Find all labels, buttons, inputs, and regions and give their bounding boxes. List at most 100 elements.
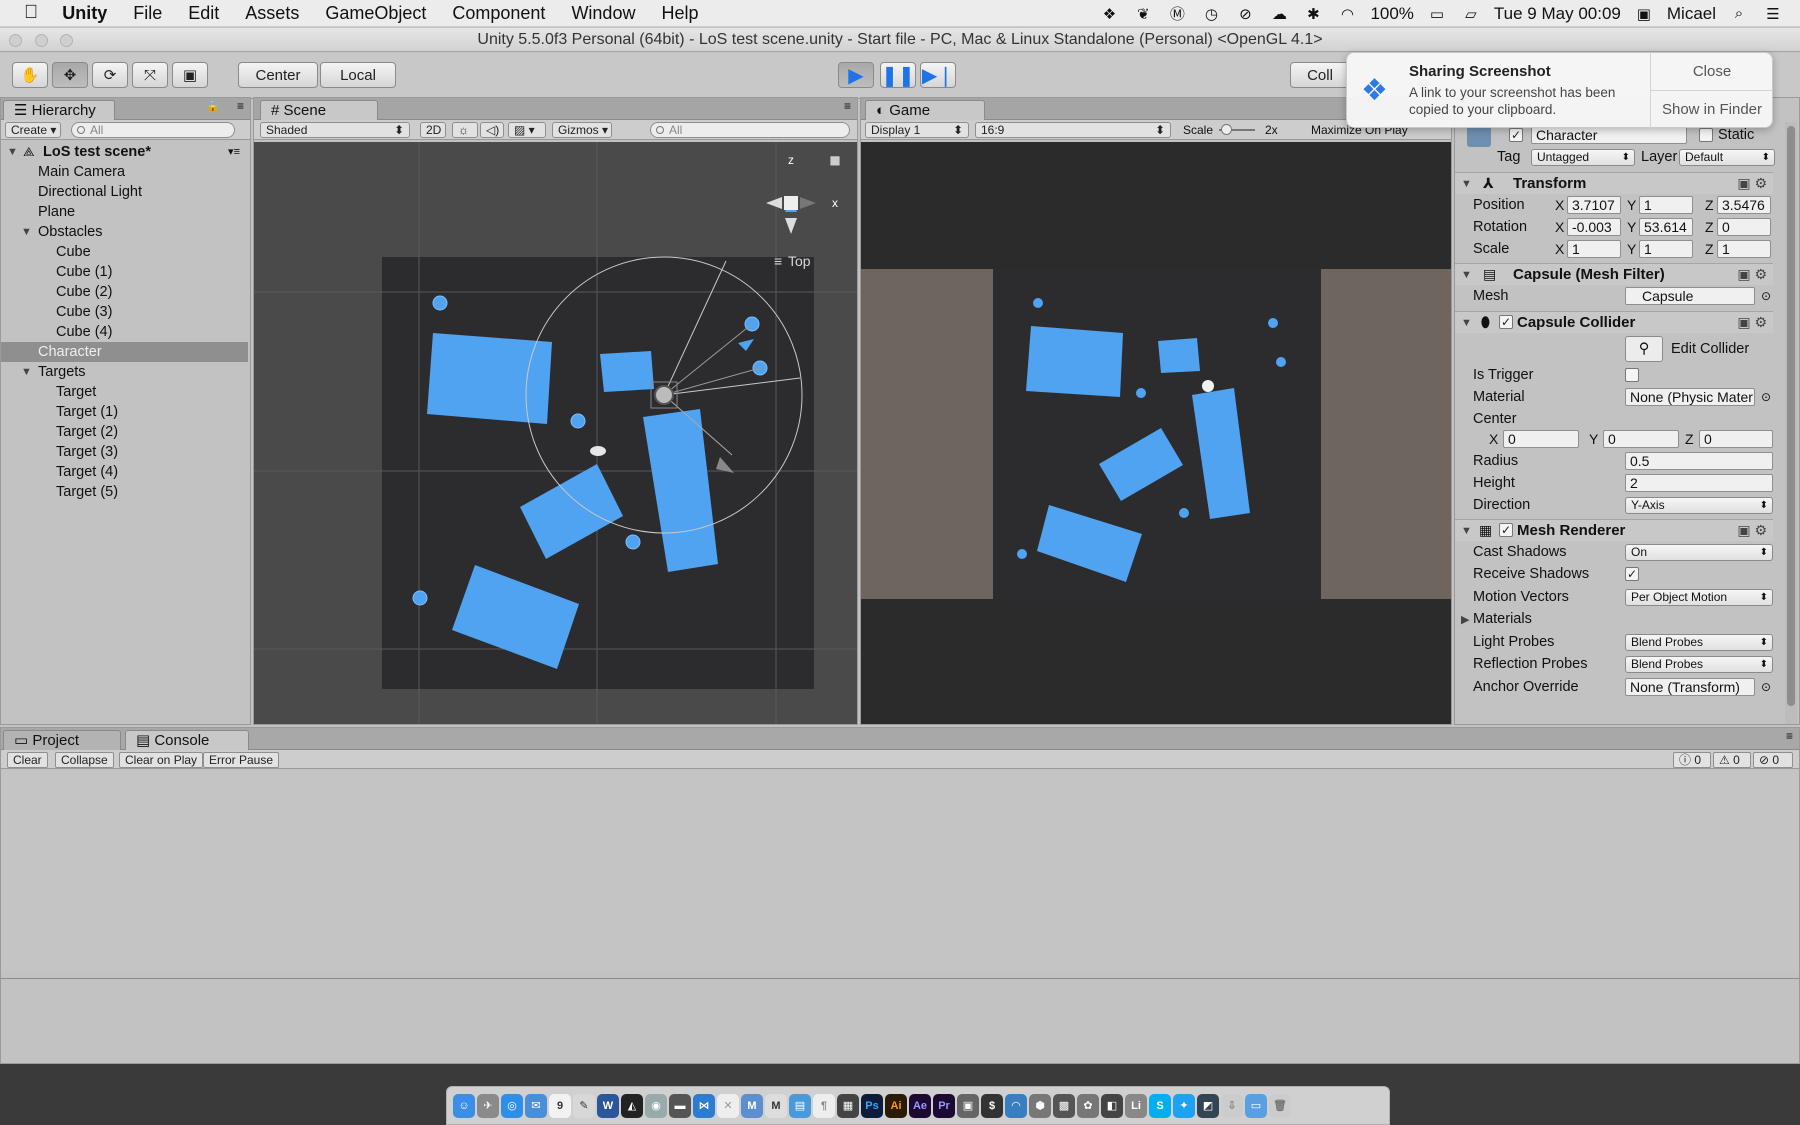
mesh-filter-header[interactable]: ▼ ▤ Capsule (Mesh Filter) ▣ ⚙ — [1455, 263, 1773, 285]
center-x-field[interactable]: 0 — [1503, 430, 1579, 448]
menu-gameobject[interactable]: GameObject — [325, 3, 426, 24]
materials-row[interactable]: ▶ Materials — [1455, 609, 1773, 629]
scene-lighting-toggle[interactable]: ☼ — [452, 122, 478, 138]
edit-collider-button[interactable]: ⚲ — [1625, 336, 1663, 362]
hierarchy-item[interactable]: Directional Light — [1, 182, 248, 202]
hierarchy-item[interactable]: Cube (4) — [1, 322, 248, 342]
expand-triangle-icon[interactable]: ▼ — [21, 222, 32, 242]
trash-icon[interactable]: 🗑 — [1269, 1093, 1291, 1118]
lock-icon[interactable]: 🔒 — [206, 100, 220, 113]
is-trigger-checkbox[interactable] — [1625, 368, 1639, 382]
pivot-center-button[interactable]: Center — [238, 62, 318, 88]
bluetooth-icon[interactable]: ✱ — [1302, 5, 1324, 23]
error-pause-button[interactable]: Error Pause — [203, 752, 280, 768]
notification-close-button[interactable]: Close — [1651, 53, 1773, 91]
collider-enabled-checkbox[interactable]: ✓ — [1499, 315, 1513, 329]
direction-dropdown[interactable]: Y-Axis — [1625, 497, 1773, 514]
terminal-icon[interactable]: ▬ — [669, 1093, 691, 1118]
textedit-icon[interactable]: ¶ — [813, 1093, 835, 1118]
display-dropdown[interactable]: Display 1 ⬍ — [865, 122, 969, 138]
aspect-dropdown[interactable]: 16:9 ⬍ — [975, 122, 1171, 138]
mesh-field[interactable]: Capsule — [1625, 287, 1755, 305]
anchor-override-field[interactable]: None (Transform) — [1625, 678, 1755, 696]
preview-icon[interactable]: ◉ — [645, 1093, 667, 1118]
tag-dropdown[interactable]: Untagged — [1531, 149, 1635, 166]
dnd-icon[interactable]: ⊘ — [1234, 5, 1256, 23]
notification-center-icon[interactable]: ☰ — [1762, 5, 1784, 23]
material-field[interactable]: None (Physic Mater — [1625, 388, 1755, 406]
mesh-renderer-header[interactable]: ▼ ▦ ✓ Mesh Renderer ▣ ⚙ — [1455, 519, 1773, 541]
panel-menu-icon[interactable]: ≡ — [1786, 729, 1793, 743]
scale-y-field[interactable]: 1 — [1639, 240, 1693, 258]
film-icon[interactable]: ▦ — [837, 1093, 859, 1118]
mail-app-icon[interactable]: ✉ — [525, 1093, 547, 1118]
capsule-collider-header[interactable]: ▼ ⬮ ✓ Capsule Collider ▣ ⚙ — [1455, 311, 1773, 333]
scene-viewport[interactable]: z x ■ ≡ Top — [254, 142, 857, 724]
premiere-icon[interactable]: Pr — [933, 1093, 955, 1118]
receive-shadows-checkbox[interactable]: ✓ — [1625, 567, 1639, 581]
documents-stack-icon[interactable]: ▭ — [1245, 1093, 1267, 1118]
evernote-icon[interactable]: ❦ — [1132, 5, 1154, 23]
menu-component[interactable]: Component — [452, 3, 545, 24]
step-button[interactable]: ▶❘ — [920, 62, 956, 88]
center-y-field[interactable]: 0 — [1603, 430, 1679, 448]
view-label[interactable]: Top — [788, 253, 811, 269]
menu-file[interactable]: File — [133, 3, 162, 24]
skype-icon[interactable]: S — [1149, 1093, 1171, 1118]
scene-root-row[interactable]: ▼ ⟁ LoS test scene* ▾≡ — [1, 142, 248, 162]
center-z-field[interactable]: 0 — [1699, 430, 1773, 448]
position-z-field[interactable]: 3.5476 — [1717, 196, 1771, 214]
scale-slider-handle[interactable] — [1221, 124, 1232, 135]
expand-triangle-icon[interactable]: ▼ — [1461, 313, 1472, 334]
scene-audio-toggle[interactable]: ◁) — [480, 122, 504, 138]
app-dark-icon[interactable]: ▩ — [1053, 1093, 1075, 1118]
object-picker-icon[interactable]: ⊙ — [1761, 387, 1771, 407]
safari-icon[interactable]: ◎ — [501, 1093, 523, 1118]
gizmo-lock-icon[interactable]: ■ — [829, 153, 840, 167]
folder-icon[interactable]: ▤ — [789, 1093, 811, 1118]
clock-text[interactable]: Tue 9 May 00:09 — [1494, 4, 1621, 24]
rotate-tool-button[interactable]: ⟳ — [92, 62, 128, 88]
spotlight-search-icon[interactable]: ⌕ — [1728, 5, 1750, 23]
character-capsule[interactable] — [654, 385, 674, 405]
after-effects-icon[interactable]: Ae — [909, 1093, 931, 1118]
app-misc-icon[interactable]: ✿ — [1077, 1093, 1099, 1118]
app-misc2-icon[interactable]: ◧ — [1101, 1093, 1123, 1118]
light-icon[interactable] — [590, 446, 606, 456]
hierarchy-item[interactable]: Cube (3) — [1, 302, 248, 322]
cast-shadows-dropdown[interactable]: On — [1625, 544, 1773, 561]
scene-menu-icon[interactable]: ▾≡ — [228, 142, 240, 162]
game-viewport[interactable] — [861, 142, 1451, 724]
height-field[interactable]: 2 — [1625, 474, 1773, 492]
xcode-icon[interactable]: ✕ — [717, 1093, 739, 1118]
launchpad-icon[interactable]: ✈ — [477, 1093, 499, 1118]
dropbox-icon[interactable]: ❖ — [1098, 5, 1120, 23]
tab-scene[interactable]: # Scene — [260, 100, 378, 120]
hand-tool-button[interactable]: ✋ — [12, 62, 48, 88]
position-x-field[interactable]: 3.7107 — [1567, 196, 1621, 214]
app-gray-icon[interactable]: ▣ — [957, 1093, 979, 1118]
scene-canvas[interactable]: z x ■ ≡ Top — [254, 142, 857, 724]
info-count-toggle[interactable]: ⓘ 0 — [1673, 752, 1711, 768]
notification-show-button[interactable]: Show in Finder — [1651, 91, 1773, 129]
apple-menu-icon[interactable]:  — [24, 2, 38, 24]
pause-button[interactable]: ❚❚ — [880, 62, 916, 88]
target-sphere[interactable] — [570, 413, 586, 429]
play-button[interactable]: ▶ — [838, 62, 874, 88]
shading-mode-dropdown[interactable]: Shaded ⬍ — [260, 122, 410, 138]
expand-triangle-icon[interactable]: ▶ — [1461, 610, 1469, 630]
menu-window[interactable]: Window — [571, 3, 635, 24]
clock-icon[interactable]: ◷ — [1200, 5, 1222, 23]
network-icon[interactable]: ◠ — [1005, 1093, 1027, 1118]
app-blue-icon[interactable]: ◩ — [1197, 1093, 1219, 1118]
hierarchy-item[interactable]: Character — [1, 342, 248, 362]
position-y-field[interactable]: 1 — [1639, 196, 1693, 214]
component-settings-icon[interactable]: ▣ ⚙ — [1737, 312, 1767, 333]
app-box-icon[interactable]: ⬢ — [1029, 1093, 1051, 1118]
rect-tool-button[interactable]: ▣ — [172, 62, 208, 88]
user-name[interactable]: Micael — [1667, 4, 1716, 24]
wifi-icon[interactable]: ◠ — [1336, 5, 1358, 23]
menu-app-unity[interactable]: Unity — [62, 3, 107, 24]
hierarchy-search-input[interactable]: All — [71, 122, 235, 138]
battery-icon[interactable]: ▭ — [1426, 5, 1448, 23]
